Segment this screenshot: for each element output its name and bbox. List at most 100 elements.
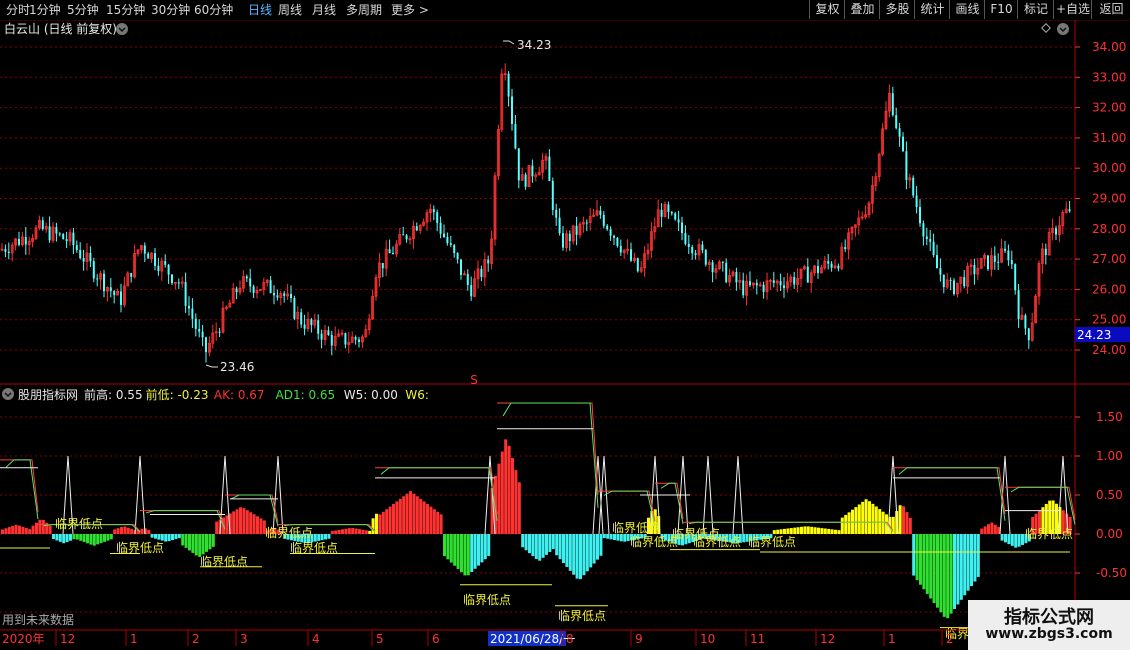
toolbar-button-2[interactable]: 多股 [879,0,915,19]
period-tab-1[interactable]: 1分钟 [29,2,61,18]
histogram-bar [402,496,406,534]
date-label: 2 [946,632,954,646]
histogram-bar [378,514,382,534]
candle-body [218,331,221,333]
period-tab-9[interactable]: 多周期 [346,2,382,18]
candle-body [41,220,44,230]
indicator-menu-icon[interactable] [2,388,14,400]
histogram-bar [171,534,174,541]
critical-low-annotation: 临界低点 [748,535,796,549]
diamond-icon[interactable] [1041,23,1051,33]
indicator-field-5: W6: [405,388,429,402]
histogram-bar [545,534,548,555]
price-tick-label: 30.00 [1092,161,1126,175]
toolbar-button-4[interactable]: 画线 [949,0,985,19]
period-tab-3[interactable]: 15分钟 [106,2,145,18]
candle-body [987,255,989,270]
histogram-bar [188,534,191,551]
candle-body [109,287,112,292]
candle-body [721,261,724,263]
candle-body [1055,228,1057,235]
indicator-field-0: 前高: 0.55 [84,387,143,402]
toolbar-button-8[interactable]: 返回 [1091,0,1130,19]
indicator-name: 股朋指标网 [18,387,78,402]
histogram-bar [922,534,926,590]
histogram-bar [582,534,586,576]
candle-body [120,291,122,305]
candle-body [130,273,133,277]
histogram-bar [568,534,572,571]
candle-body [470,284,473,297]
period-tab-5[interactable]: 60分钟 [194,2,233,18]
histogram-bar [154,534,157,539]
histogram-bar [58,534,62,542]
histogram-bar [500,451,504,534]
high-price-label: 34.23 [517,38,551,52]
period-tab-10[interactable]: 更多 > [391,2,429,18]
period-tab-8[interactable]: 月线 [312,2,336,18]
histogram-bar [415,496,419,534]
histogram-bar [354,528,358,534]
histogram-bar [823,528,827,534]
price-tick-label: 31.00 [1092,131,1126,145]
candle-body [953,280,955,294]
histogram-bar [245,510,249,534]
histogram-bar [990,522,994,534]
histogram-bar [517,482,521,534]
candle-body [276,295,279,298]
candle-body [891,93,894,116]
period-tab-4[interactable]: 30分钟 [151,2,190,18]
histogram-bar [429,506,433,534]
candle-body [177,282,180,284]
histogram-bar [351,527,355,534]
histogram-bar [426,504,429,534]
panel-menu-icon[interactable] [1057,23,1069,35]
candle-body [922,223,925,237]
toolbar-button-1[interactable]: 叠加 [844,0,880,19]
histogram-bar [456,534,460,569]
histogram-bar [252,514,256,534]
histogram-bar [62,534,66,544]
histogram-bar [368,530,372,534]
toolbar-button-0[interactable]: 复权 [809,0,845,19]
candle-body [517,148,520,181]
chart-area[interactable]: 34.0033.0032.0031.0030.0029.0028.0027.00… [0,20,1130,650]
histogram-bar [864,499,868,534]
histogram-bar [249,512,253,534]
low-marker [205,364,218,368]
date-label: 10 [700,632,715,646]
title-dropdown-icon[interactable] [116,23,128,35]
period-tab-2[interactable]: 5分钟 [67,2,99,18]
toolbar-button-6[interactable]: 标记 [1017,0,1054,19]
candle-body [147,253,150,259]
indicator-field-1: 前低: -0.23 [146,387,209,402]
date-label: 8 [566,632,574,646]
candle-body [936,255,938,269]
histogram-bar [504,439,508,534]
candle-body [310,319,313,326]
histogram-bar [558,534,562,560]
histogram-bar [970,534,973,587]
candle-body [725,262,728,283]
histogram-bar [562,534,565,564]
candle-body [524,174,527,187]
period-tab-0[interactable]: 分时 [6,2,30,18]
critical-low-annotation: 临界低点 [558,609,606,623]
histogram-bar [439,514,443,534]
histogram-bar [1021,534,1024,545]
candle-body [915,195,918,208]
histogram-bar [531,534,535,557]
histogram-bar [837,530,841,534]
toolbar-button-5[interactable]: F10 [984,0,1018,19]
toolbar-button-3[interactable]: 统计 [914,0,950,19]
candle-body [320,333,323,340]
period-tab-7[interactable]: 周线 [278,2,302,18]
sell-signal-marker: S [470,373,478,387]
toolbar-button-7[interactable]: +自选 [1053,0,1092,19]
period-tab-6[interactable]: 日线 [248,2,272,18]
candle-body [405,235,408,240]
date-label: 6 [432,632,440,646]
candle-body [925,236,928,240]
histogram-bar [361,529,365,534]
critical-low-annotation: 临界低点 [265,526,313,540]
